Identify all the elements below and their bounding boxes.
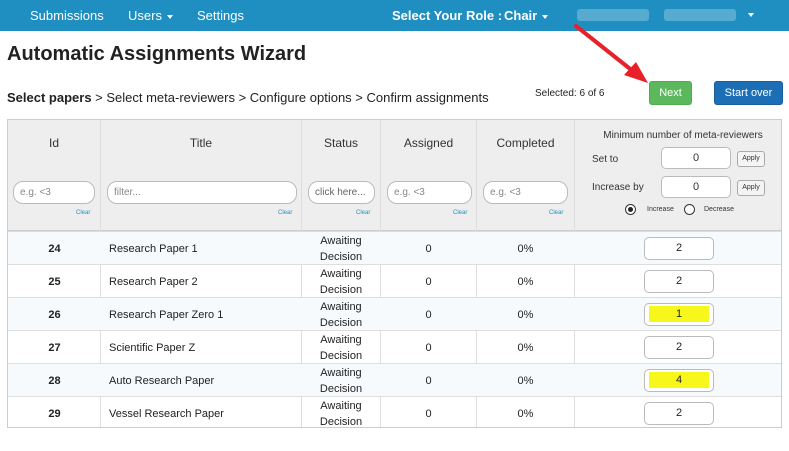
row-id: 28: [48, 374, 61, 387]
nav-settings[interactable]: Settings: [197, 8, 244, 23]
table-row[interactable]: 28 Auto Research Paper Awaiting Decision 0 0…: [8, 363, 781, 396]
id-filter-input[interactable]: e.g. <3: [13, 181, 95, 204]
set-to-label: Set to: [592, 154, 619, 165]
row-id: 26: [48, 308, 61, 321]
row-id: 24: [48, 242, 61, 255]
row-status: Awaiting Decision: [319, 399, 363, 428]
status-filter-clear[interactable]: Clear: [356, 210, 370, 216]
row-min-value: 2: [675, 242, 683, 254]
red-arrow-annotation: [574, 24, 648, 83]
row-status: Awaiting Decision: [319, 300, 363, 329]
title-filter-input[interactable]: filter...: [107, 181, 297, 204]
row-min-value: 2: [675, 275, 683, 287]
chevron-down-icon: [748, 13, 754, 17]
title-filter-clear[interactable]: Clear: [278, 210, 292, 216]
row-status: Awaiting Decision: [319, 267, 363, 296]
set-to-apply-button[interactable]: Apply: [737, 151, 765, 167]
nav-users[interactable]: Users: [128, 8, 173, 23]
completed-filter-clear[interactable]: Clear: [549, 210, 563, 216]
role-value: Chair: [504, 8, 538, 23]
completed-filter-input[interactable]: e.g. <3: [483, 181, 568, 204]
row-title: Scientific Paper Z: [109, 341, 196, 354]
header-assigned[interactable]: Assigned: [381, 136, 476, 150]
top-navbar: Submissions Users Settings Select Your R…: [0, 0, 789, 31]
row-status: Awaiting Decision: [319, 333, 363, 362]
row-title: Research Paper 2: [109, 275, 198, 288]
table-row[interactable]: 27 Scientific Paper Z Awaiting Decision 0 0%…: [8, 330, 781, 363]
set-to-input[interactable]: 0: [661, 147, 731, 169]
header-title[interactable]: Title: [101, 136, 301, 150]
nav-submissions[interactable]: Submissions: [30, 8, 104, 23]
papers-table: Id e.g. <3 Clear Title filter... Clear S…: [7, 119, 782, 428]
row-id: 27: [48, 341, 61, 354]
wizard-breadcrumb: Select papers > Select meta-reviewers > …: [7, 90, 489, 105]
header-status[interactable]: Status: [302, 136, 380, 150]
min-meta-reviewers-input[interactable]: 1: [644, 303, 714, 326]
row-assigned: 0: [425, 341, 432, 354]
table-row[interactable]: 29 Vessel Research Paper Awaiting Decision…: [8, 396, 781, 429]
page-title: Automatic Assignments Wizard: [7, 43, 307, 65]
row-min-value: 4: [649, 372, 709, 388]
row-assigned: 0: [425, 407, 432, 420]
row-title: Research Paper 1: [109, 242, 198, 255]
row-status: Awaiting Decision: [319, 234, 363, 263]
row-min-value: 2: [675, 407, 683, 419]
increase-by-label: Increase by: [592, 182, 644, 193]
row-completed: 0%: [517, 242, 534, 255]
assigned-filter-input[interactable]: e.g. <3: [387, 181, 472, 204]
chevron-down-icon: [166, 14, 173, 19]
step-current: Select papers: [7, 90, 92, 105]
table-row[interactable]: 26 Research Paper Zero 1 Awaiting Decision…: [8, 297, 781, 330]
row-assigned: 0: [425, 275, 432, 288]
chevron-down-icon: [542, 14, 549, 19]
increase-radio-label: Increase: [647, 206, 674, 213]
header-id[interactable]: Id: [8, 136, 100, 150]
row-status: Awaiting Decision: [319, 366, 363, 395]
decrease-radio-label: Decrease: [704, 206, 734, 213]
increase-radio[interactable]: [625, 204, 636, 215]
table-row[interactable]: 25 Research Paper 2 Awaiting Decision 0 0% 2: [8, 264, 781, 297]
decrease-radio[interactable]: [684, 204, 695, 215]
id-filter-clear[interactable]: Clear: [76, 210, 90, 216]
role-label: Select Your Role :: [392, 8, 503, 23]
status-filter-select[interactable]: click here...: [308, 181, 375, 204]
row-min-value: 2: [675, 341, 683, 353]
min-meta-reviewers-input[interactable]: 2: [644, 336, 714, 359]
row-completed: 0%: [517, 275, 534, 288]
row-title: Auto Research Paper: [109, 374, 215, 387]
row-completed: 0%: [517, 341, 534, 354]
step-rest: > Select meta-reviewers > Configure opti…: [91, 90, 489, 105]
row-completed: 0%: [517, 374, 534, 387]
assigned-filter-clear[interactable]: Clear: [453, 210, 467, 216]
row-completed: 0%: [517, 407, 534, 420]
min-meta-reviewers-input[interactable]: 2: [644, 270, 714, 293]
row-id: 29: [48, 407, 61, 420]
row-min-value: 1: [649, 306, 709, 322]
row-title: Research Paper Zero 1: [109, 308, 224, 321]
increase-by-input[interactable]: 0: [661, 176, 731, 198]
header-completed[interactable]: Completed: [477, 136, 574, 150]
row-completed: 0%: [517, 308, 534, 321]
start-over-button[interactable]: Start over: [714, 81, 783, 105]
min-meta-reviewers-input[interactable]: 2: [644, 237, 714, 260]
increase-by-apply-button[interactable]: Apply: [737, 180, 765, 196]
min-meta-reviewers-input[interactable]: 4: [644, 369, 714, 392]
row-assigned: 0: [425, 374, 432, 387]
row-id: 25: [48, 275, 61, 288]
row-assigned: 0: [425, 242, 432, 255]
table-row[interactable]: 24 Research Paper 1 Awaiting Decision 0 0% 2: [8, 231, 781, 264]
nav-users-label: Users: [128, 8, 162, 23]
row-assigned: 0: [425, 308, 432, 321]
role-selector[interactable]: Chair: [504, 8, 549, 23]
redacted-user-menu[interactable]: [664, 9, 736, 21]
min-meta-reviewers-title: Minimum number of meta-reviewers: [603, 130, 763, 141]
min-meta-reviewers-input[interactable]: 2: [644, 402, 714, 425]
row-title: Vessel Research Paper: [109, 407, 224, 420]
